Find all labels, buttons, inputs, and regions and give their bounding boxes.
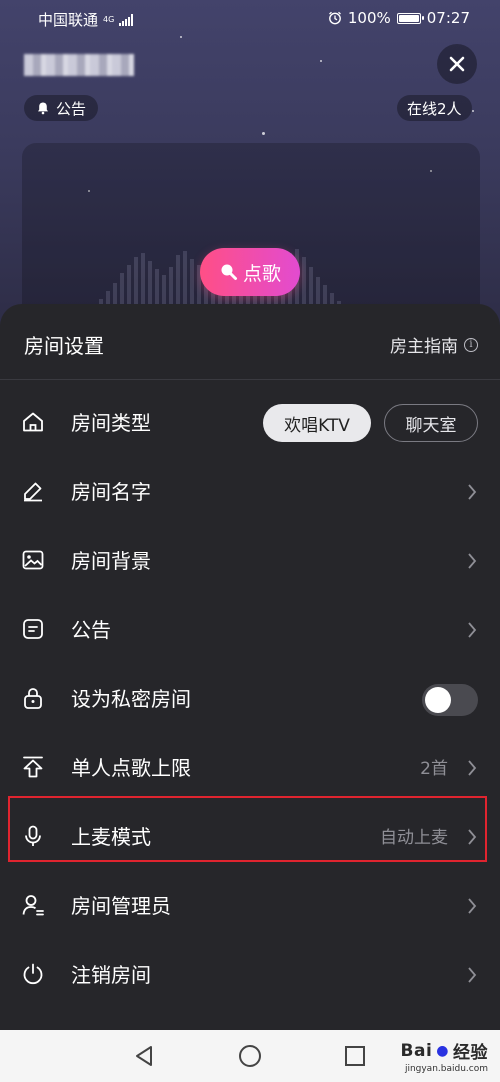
microphone-icon xyxy=(25,825,41,846)
chevron-right-icon xyxy=(468,760,477,776)
baidu-jingyan-watermark: Bai ● 经验 jingyan.baidu.com xyxy=(400,1038,488,1075)
paw-icon: ● xyxy=(436,1042,449,1059)
room-title-blurred xyxy=(24,54,134,76)
row-private-room: 设为私密房间 xyxy=(0,664,500,733)
row-label: 公告 xyxy=(71,618,111,642)
row-label: 单人点歌上限 xyxy=(71,756,191,780)
battery-percent: 100% xyxy=(347,9,391,27)
owner-guide-link[interactable]: 房主指南 i xyxy=(390,332,478,357)
row-label: 房间管理员 xyxy=(71,894,171,918)
upload-limit-icon xyxy=(23,756,43,778)
chevron-right-icon xyxy=(468,484,477,500)
image-icon xyxy=(22,550,44,570)
panel-header: 房间设置 房主指南 i xyxy=(0,304,500,380)
row-room-name[interactable]: 房间名字 xyxy=(0,457,500,526)
chevron-right-icon xyxy=(468,898,477,914)
info-icon: i xyxy=(464,337,478,352)
network-type: 4G xyxy=(103,14,115,24)
row-close-room[interactable]: 注销房间 xyxy=(0,940,500,1009)
back-icon[interactable] xyxy=(133,1044,155,1068)
row-room-admin[interactable]: 房间管理员 xyxy=(0,871,500,940)
lock-icon xyxy=(24,688,42,709)
room-type-option-chat[interactable]: 聊天室 xyxy=(384,404,478,442)
row-label: 房间背景 xyxy=(71,549,151,573)
room-type-option-label: 欢唱KTV xyxy=(284,415,350,436)
online-count-chip[interactable]: 在线2人 xyxy=(397,95,472,121)
row-room-background[interactable]: 房间背景 xyxy=(0,526,500,595)
close-icon xyxy=(449,56,465,72)
notice-label: 公告 xyxy=(56,99,87,118)
chevron-right-icon xyxy=(468,553,477,569)
carrier-name: 中国联通 xyxy=(38,11,99,29)
private-room-toggle[interactable] xyxy=(422,684,478,716)
notice-icon xyxy=(23,619,43,639)
home-icon xyxy=(23,412,43,432)
alarm-icon xyxy=(328,11,341,25)
row-song-limit[interactable]: 单人点歌上限 2首 xyxy=(0,733,500,802)
request-song-label: 点歌 xyxy=(242,262,281,285)
row-label: 上麦模式 xyxy=(71,825,151,849)
chevron-right-icon xyxy=(468,622,477,638)
row-label: 设为私密房间 xyxy=(71,687,191,711)
chevron-right-icon xyxy=(468,967,477,983)
panel-title: 房间设置 xyxy=(24,334,104,358)
status-bar: 中国联通 4G 100% 07:27 xyxy=(0,0,500,34)
row-label: 房间名字 xyxy=(71,480,151,504)
online-count: 在线2人 xyxy=(407,99,462,118)
navigation-bar: Bai ● 经验 jingyan.baidu.com xyxy=(0,1030,500,1082)
row-value: 2首 xyxy=(420,759,448,779)
admin-user-icon xyxy=(22,895,44,916)
power-icon xyxy=(23,963,43,985)
row-label: 房间类型 xyxy=(71,411,151,435)
battery-fill xyxy=(398,14,419,22)
row-notice[interactable]: 公告 xyxy=(0,595,500,664)
room-settings-panel: 房间设置 房主指南 i 房间类型 欢唱KTV 聊天室 房间名字 房间背景 公告 … xyxy=(0,304,500,1030)
row-value: 自动上麦 xyxy=(380,828,448,848)
owner-guide-label: 房主指南 xyxy=(390,337,458,357)
room-type-option-ktv[interactable]: 欢唱KTV xyxy=(263,404,371,442)
chevron-right-icon xyxy=(468,829,477,845)
request-song-button[interactable]: 点歌 xyxy=(200,248,300,296)
home-nav-icon[interactable] xyxy=(238,1044,262,1068)
bell-icon xyxy=(38,102,48,115)
room-type-option-label: 聊天室 xyxy=(405,415,457,436)
clock-time: 07:27 xyxy=(426,9,470,27)
watermark-url: jingyan.baidu.com xyxy=(404,1064,488,1074)
notice-chip[interactable]: 公告 xyxy=(24,95,99,121)
microphone-search-icon xyxy=(221,264,237,280)
battery-icon xyxy=(396,12,424,24)
toggle-knob xyxy=(425,687,451,713)
recent-apps-icon[interactable] xyxy=(344,1045,366,1067)
signal-icon xyxy=(119,13,134,26)
row-room-type: 房间类型 欢唱KTV 聊天室 xyxy=(0,388,500,457)
watermark-logo-text: Bai xyxy=(400,1040,433,1061)
row-label: 注销房间 xyxy=(71,963,151,987)
pencil-icon xyxy=(24,482,42,502)
row-mic-mode[interactable]: 上麦模式 自动上麦 xyxy=(0,802,500,871)
close-button[interactable] xyxy=(437,44,477,84)
watermark-logo-suffix: 经验 xyxy=(453,1043,488,1063)
